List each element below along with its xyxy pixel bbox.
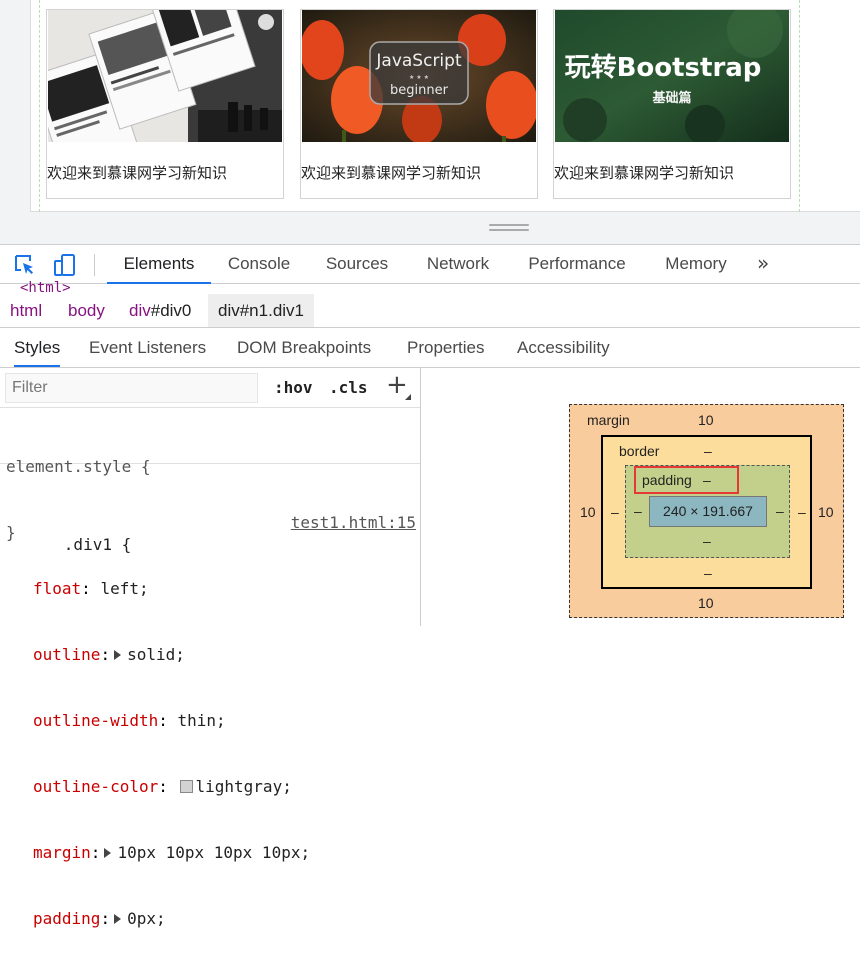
hover-state-button[interactable]: :hov <box>274 378 313 397</box>
property-value: 0px; <box>127 909 166 928</box>
bootstrap-basics-image: 玩转Bootstrap 基础篇 <box>555 10 789 142</box>
property-value: lightgray; <box>195 777 292 796</box>
padding-right-value[interactable]: – <box>776 503 784 519</box>
property-value: left; <box>100 579 149 598</box>
fashion-magazine-image <box>48 10 282 142</box>
margin-label: margin <box>587 412 630 428</box>
card-caption: 欢迎来到慕课网学习新知识 <box>554 164 735 182</box>
tab-sources[interactable]: Sources <box>317 245 397 284</box>
styles-toolbar: Filter :hov .cls + <box>0 368 420 408</box>
styles-pane: Filter :hov .cls + element.style { } .di… <box>0 368 421 928</box>
image-subtitle-text: 基础篇 <box>651 90 691 106</box>
css-property-outline[interactable]: outline: solid; <box>6 644 420 666</box>
page-preview: 欢迎来到慕课网学习新知识 JavaScript ★ ★ ★ beginner 欢… <box>0 0 860 244</box>
margin-right-value[interactable]: 10 <box>818 504 834 520</box>
tab-properties[interactable]: Properties <box>407 328 484 367</box>
property-name: margin <box>33 843 91 862</box>
class-toggle-button[interactable]: .cls <box>329 378 368 397</box>
box-model-diagram: margin 10 10 10 10 border – – – – paddin… <box>569 404 844 618</box>
css-property-padding[interactable]: padding: 0px; <box>6 908 420 930</box>
expand-triangle-icon[interactable] <box>104 848 112 858</box>
border-bottom-value[interactable]: – <box>704 565 712 581</box>
margin-bottom-value[interactable]: 10 <box>698 595 714 611</box>
property-name: outline <box>33 645 101 664</box>
card-caption: 欢迎来到慕课网学习新知识 <box>301 164 482 182</box>
padding-left-value[interactable]: – <box>634 503 642 519</box>
card-caption: 欢迎来到慕课网学习新知识 <box>47 164 228 182</box>
element-style-rule[interactable]: element.style { } <box>0 412 420 542</box>
device-toolbar-icon[interactable] <box>53 253 77 277</box>
css-property-outline-color[interactable]: outline-color: lightgray; <box>6 776 420 798</box>
crumb-body[interactable]: body <box>58 294 115 327</box>
more-tabs-icon[interactable]: » <box>757 245 769 284</box>
tab-event-listeners[interactable]: Event Listeners <box>89 328 206 367</box>
property-name: padding <box>33 909 101 928</box>
breadcrumb: html body div#div0 div#n1.div1 <box>0 294 860 328</box>
inspect-element-icon[interactable] <box>13 253 37 277</box>
resize-handle[interactable] <box>489 224 529 232</box>
course-card-3[interactable]: 玩转Bootstrap 基础篇 欢迎来到慕课网学习新知识 <box>553 9 791 199</box>
course-card-1[interactable]: 欢迎来到慕课网学习新知识 <box>46 9 284 199</box>
crumb-html[interactable]: html <box>0 294 52 327</box>
rule-open-brace: { <box>111 535 132 554</box>
course-card-2[interactable]: JavaScript ★ ★ ★ beginner 欢迎来到慕课网学习新知识 <box>300 9 538 199</box>
box-model-padding[interactable]: padding – – – – 240 × 191.667 <box>625 465 790 558</box>
crumb-div0-id: #div0 <box>150 301 192 320</box>
rule-source-link[interactable]: test1.html:15 <box>291 512 416 534</box>
rule-selector[interactable]: .div1 <box>64 535 112 554</box>
tab-styles[interactable]: Styles <box>14 328 61 367</box>
padding-bottom-value[interactable]: – <box>703 533 711 549</box>
border-left-value[interactable]: – <box>611 504 619 520</box>
crumb-div0[interactable]: div#div0 <box>119 294 201 327</box>
property-value: solid; <box>127 645 185 664</box>
tab-console[interactable]: Console <box>219 245 299 284</box>
css-property-float[interactable]: float: left; <box>6 578 420 600</box>
css-property-outline-width[interactable]: outline-width: thin; <box>6 710 420 732</box>
filter-input[interactable]: Filter <box>5 373 258 403</box>
rule-header: .div1 { test1.html:15 <box>6 512 420 554</box>
property-value: 10px 10px 10px 10px; <box>117 843 311 862</box>
javascript-beginner-image: JavaScript ★ ★ ★ beginner <box>302 10 536 142</box>
border-label: border <box>619 443 660 459</box>
margin-left-value[interactable]: 10 <box>580 504 596 520</box>
property-name: outline-width <box>33 711 159 730</box>
crumb-div0-tag: div <box>129 301 151 320</box>
tab-accessibility[interactable]: Accessibility <box>517 328 610 367</box>
expand-triangle-icon[interactable] <box>114 650 122 660</box>
devtools-tab-bar: Elements Console Sources Network Perform… <box>0 244 860 284</box>
property-name: outline-color <box>33 777 159 796</box>
box-model-border[interactable]: border – – – – padding – – – – 240 × 191… <box>601 435 812 589</box>
tab-elements[interactable]: Elements <box>107 245 211 284</box>
padding-top-value[interactable]: – <box>703 472 711 488</box>
image-subtitle-text: beginner <box>390 83 449 98</box>
padding-label: padding <box>642 472 692 488</box>
property-value: thin; <box>177 711 226 730</box>
layout-guide-right <box>799 0 800 212</box>
tab-performance[interactable]: Performance <box>519 245 635 284</box>
tab-memory[interactable]: Memory <box>653 245 739 284</box>
crumb-selected-element[interactable]: div#n1.div1 <box>208 294 315 327</box>
tab-network[interactable]: Network <box>415 245 501 284</box>
svg-text:★ ★ ★: ★ ★ ★ <box>409 74 429 81</box>
box-model-content[interactable]: 240 × 191.667 <box>649 496 767 527</box>
sidebar-tab-bar: Styles Event Listeners DOM Breakpoints P… <box>0 328 860 368</box>
border-top-value[interactable]: – <box>704 443 712 459</box>
toolbar-divider <box>94 254 95 276</box>
layout-guide-left <box>39 0 40 212</box>
image-title-text: JavaScript <box>375 51 462 71</box>
new-rule-menu-icon[interactable] <box>405 394 411 400</box>
dom-tree-peek: <html> <box>20 281 71 293</box>
expand-triangle-icon[interactable] <box>114 914 122 924</box>
image-title-text: 玩转Bootstrap <box>565 53 762 83</box>
border-right-value[interactable]: – <box>798 504 806 520</box>
css-rule-div1: .div1 { test1.html:15 float: left; outli… <box>0 468 420 974</box>
box-model-margin[interactable]: margin 10 10 10 10 border – – – – paddin… <box>569 404 844 618</box>
css-property-margin[interactable]: margin: 10px 10px 10px 10px; <box>6 842 420 864</box>
margin-top-value[interactable]: 10 <box>698 412 714 428</box>
color-swatch-icon[interactable] <box>179 780 193 793</box>
tab-dom-breakpoints[interactable]: DOM Breakpoints <box>237 328 371 367</box>
